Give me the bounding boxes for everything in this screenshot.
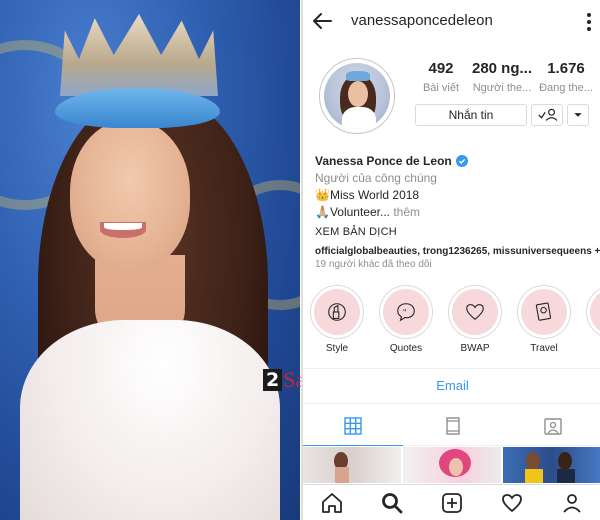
tagged-person-icon (544, 418, 562, 435)
crown (60, 14, 218, 96)
see-translation-link[interactable]: XEM BẢN DỊCH (315, 226, 600, 238)
post-image (525, 452, 575, 483)
followed-by-count[interactable]: 19 người khác đã theo dõi (315, 259, 600, 270)
category-label: Người của công chúng (315, 171, 437, 185)
feed-list-icon (446, 417, 460, 435)
watermark-number: 2 (263, 369, 283, 391)
stat-value: 492 (428, 60, 454, 77)
new-post-icon[interactable] (440, 491, 464, 515)
avatar-image (324, 63, 390, 129)
bottom-navigation (303, 484, 600, 520)
bio-line-1: 👑Miss World 2018 (315, 188, 420, 202)
stat-label: Bài viết (422, 82, 460, 94)
stat-followers[interactable]: 280 ng... Người the... (471, 60, 533, 94)
highlight-quotes[interactable]: " Quotes (378, 285, 434, 354)
bio-line-2-text: 🙏🏼Volunteer... (315, 205, 390, 219)
lipstick-icon (328, 303, 346, 321)
search-icon[interactable] (380, 491, 404, 515)
back-arrow-icon[interactable] (311, 10, 333, 32)
svg-text:": " (403, 307, 407, 317)
profile-avatar[interactable] (319, 58, 395, 134)
post-image (334, 452, 349, 483)
face (70, 120, 190, 270)
followed-by-accounts[interactable]: officialglobalbeauties, trong1236265, mi… (315, 246, 600, 257)
activity-heart-icon[interactable] (500, 491, 524, 515)
profile-icon[interactable] (560, 491, 584, 515)
profile-username: vanessaponcedeleon (351, 12, 493, 29)
top-bar: vanessaponcedeleon (303, 0, 600, 44)
story-highlights: Style " Quotes BWAP Travel (303, 285, 600, 355)
profile-tabs (303, 406, 600, 446)
white-dress (20, 320, 280, 520)
highlight-partial[interactable] (585, 285, 600, 339)
stat-label: Đang the... (539, 82, 593, 94)
instagram-profile-screen: vanessaponcedeleon 492 Bài viết 280 ng..… (301, 0, 600, 520)
home-icon[interactable] (320, 491, 344, 515)
highlight-label: Quotes (389, 343, 423, 354)
grid-icon (344, 416, 362, 435)
teeth (104, 223, 142, 230)
post-thumbnail[interactable] (403, 447, 501, 483)
more-options-icon[interactable] (586, 12, 592, 32)
full-name: Vanessa Ponce de Leon (315, 154, 452, 168)
tab-igtv[interactable] (403, 406, 503, 446)
quote-bubble-icon: " (397, 303, 415, 322)
profile-stats: 492 Bài viết 280 ng... Người the... 1.67… (407, 60, 597, 100)
tab-grid[interactable] (303, 406, 403, 446)
stat-label: Người the... (472, 82, 532, 94)
stat-following[interactable]: 1.676 Đang the... (537, 60, 595, 94)
highlight-bwap[interactable]: BWAP (447, 285, 503, 354)
posts-grid (303, 447, 600, 483)
post-thumbnail[interactable] (503, 447, 600, 483)
bio-name-row: Vanessa Ponce de Leon (315, 154, 600, 168)
highlight-label: Travel (530, 343, 558, 354)
stat-posts: 492 Bài viết (417, 60, 465, 94)
email-button[interactable]: Email (303, 368, 600, 404)
post-thumbnail[interactable] (303, 447, 401, 483)
suggested-dropdown-button[interactable] (567, 104, 589, 126)
highlight-label: BWAP (460, 343, 490, 354)
photo-panel (0, 0, 300, 520)
bio-line-2: 🙏🏼Volunteer... thêm (315, 205, 600, 219)
message-button[interactable]: Nhắn tin (415, 104, 527, 126)
caret-down-icon (574, 113, 582, 117)
highlight-label: Style (325, 343, 349, 354)
post-image (439, 449, 471, 477)
heart-icon (466, 304, 484, 321)
following-button[interactable] (531, 104, 563, 126)
stat-value: 1.676 (547, 60, 585, 77)
highlight-travel[interactable]: Travel (516, 285, 572, 354)
passport-icon (535, 302, 552, 321)
highlight-style[interactable]: Style (309, 285, 365, 354)
more-link[interactable]: thêm (390, 205, 420, 219)
person-check-icon (538, 108, 558, 121)
profile-bio: Vanessa Ponce de Leon Người của công chú… (315, 154, 600, 270)
crown-band (55, 88, 220, 128)
stat-value: 280 ng... (471, 60, 533, 77)
verified-badge-icon (455, 155, 468, 167)
tab-tagged[interactable] (503, 406, 600, 446)
